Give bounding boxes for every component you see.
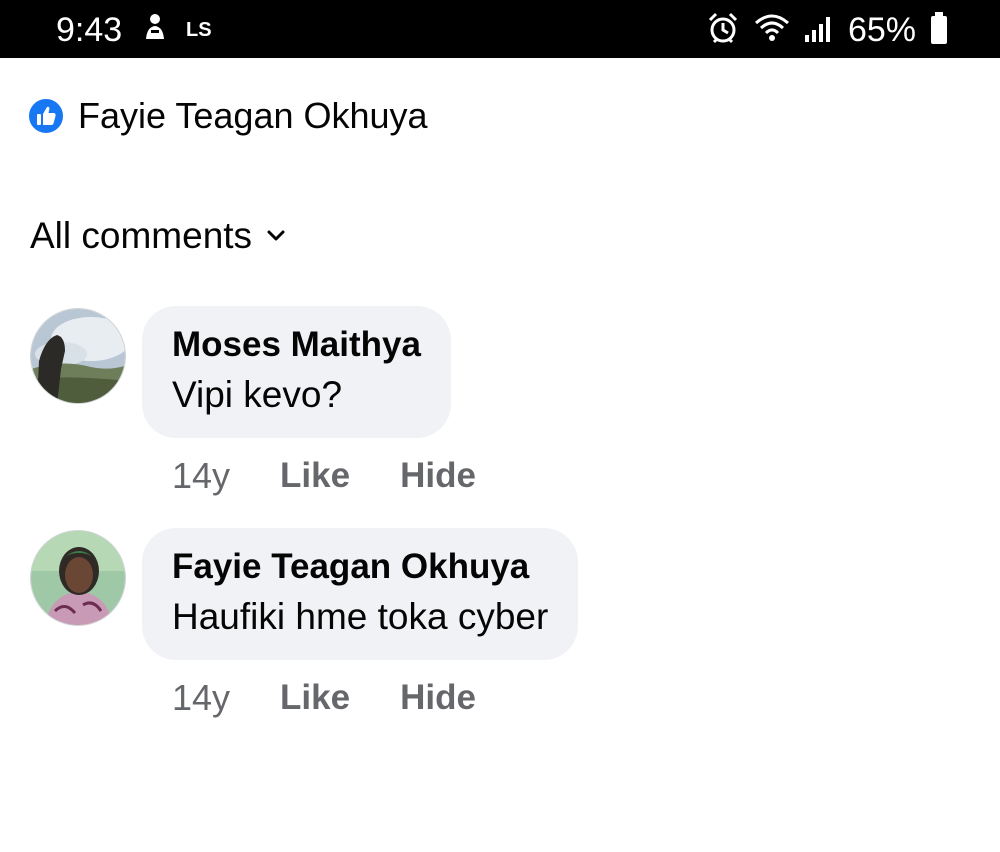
ls-icon-text: LS	[186, 19, 212, 40]
battery-percent: 65%	[847, 11, 916, 49]
comment-bubble[interactable]: Moses Maithya Vipi kevo?	[142, 306, 451, 438]
comment-text: Haufiki hme toka cyber	[172, 596, 549, 637]
hide-button[interactable]: Hide	[400, 454, 476, 498]
comment-bubble[interactable]: Fayie Teagan Okhuya Haufiki hme toka cyb…	[142, 528, 579, 660]
battery-icon	[930, 11, 948, 50]
notification-icon	[142, 13, 168, 48]
avatar[interactable]	[30, 530, 126, 626]
hide-button[interactable]: Hide	[400, 676, 476, 720]
alarm-icon	[706, 11, 740, 50]
reactions-row[interactable]: Fayie Teagan Okhuya	[26, 94, 428, 138]
status-time: 9:43	[56, 11, 123, 49]
comment-timestamp[interactable]: 14y	[172, 454, 230, 498]
comment-timestamp[interactable]: 14y	[172, 676, 230, 720]
like-button[interactable]: Like	[280, 454, 350, 498]
ls-icon: LS	[186, 16, 214, 45]
comment-author[interactable]: Fayie Teagan Okhuya	[172, 546, 548, 588]
signal-icon	[804, 13, 834, 48]
status-right-icons: 65%	[706, 10, 948, 50]
status-bar: 9:43 LS 65%	[0, 0, 1000, 58]
status-left-icons: LS	[142, 13, 214, 48]
comment-text: Vipi kevo?	[172, 374, 343, 415]
reactor-name: Fayie Teagan Okhuya	[78, 95, 428, 136]
comments-filter-label: All comments	[30, 215, 253, 256]
like-icon	[26, 96, 66, 136]
like-button[interactable]: Like	[280, 676, 350, 720]
avatar[interactable]	[30, 308, 126, 404]
comment-author[interactable]: Moses Maithya	[172, 324, 421, 366]
comment-actions: 14y Like Hide	[172, 454, 476, 498]
chevron-down-icon	[266, 229, 286, 248]
wifi-icon	[754, 13, 790, 48]
comment-actions: 14y Like Hide	[172, 676, 476, 720]
comments-filter-dropdown[interactable]: All comments	[30, 212, 286, 260]
